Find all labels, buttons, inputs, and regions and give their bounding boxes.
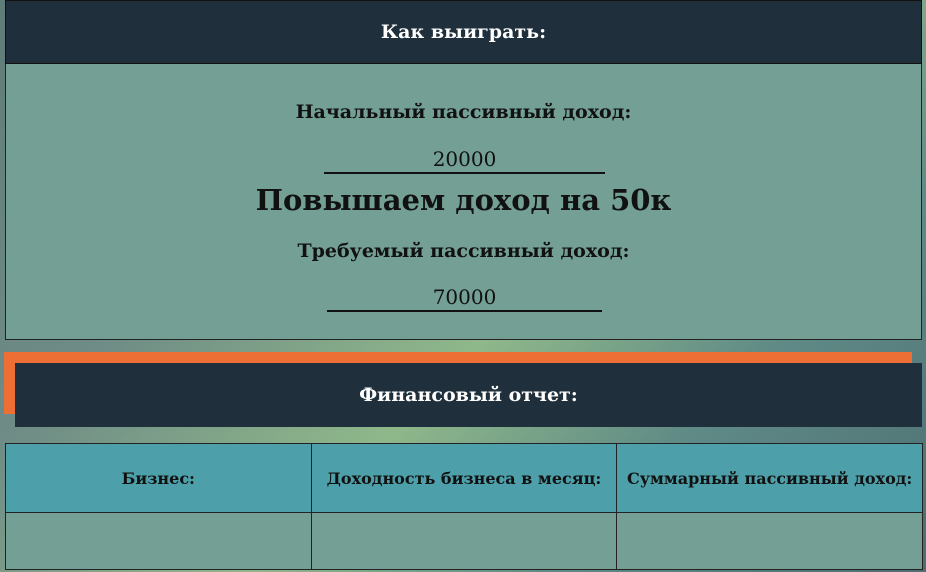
win-conditions-header: Как выиграть: — [5, 0, 922, 64]
income-goal-text: Повышаем доход на 50к — [255, 183, 672, 217]
win-conditions-panel: Начальный пассивный доход: Повышаем дохо… — [5, 64, 922, 340]
financial-report-title: Финансовый отчет: — [359, 384, 578, 406]
column-business: Бизнес: — [5, 443, 312, 513]
table-row — [5, 512, 923, 570]
table-cell-business — [5, 512, 312, 570]
table-cell-total-income — [616, 512, 923, 570]
column-total-passive-income: Суммарный пассивный доход: — [616, 443, 923, 513]
required-income-input[interactable] — [327, 283, 602, 312]
win-conditions-title: Как выиграть: — [380, 21, 547, 43]
financial-report-table: Бизнес: Доходность бизнеса в месяц: Сумм… — [5, 443, 923, 570]
required-income-label: Требуемый пассивный доход: — [297, 240, 630, 262]
table-cell-monthly-income — [310, 512, 618, 570]
financial-report-header: Финансовый отчет: — [15, 363, 922, 427]
column-monthly-income: Доходность бизнеса в месяц: — [310, 443, 618, 513]
initial-income-label: Начальный пассивный доход: — [295, 101, 632, 123]
table-header-row: Бизнес: Доходность бизнеса в месяц: Сумм… — [5, 443, 923, 513]
app-background: { "win": { "title": "Как выиграть:", "in… — [0, 0, 926, 572]
initial-income-input[interactable] — [324, 145, 605, 174]
